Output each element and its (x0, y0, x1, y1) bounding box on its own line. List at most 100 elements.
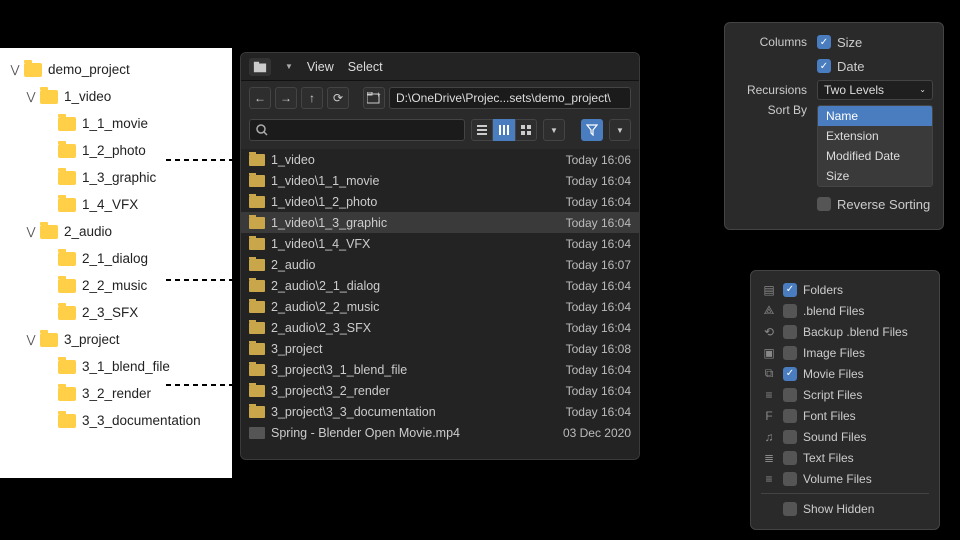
tree-folder[interactable]: ⋁2_audio (4, 218, 228, 245)
tree-folder[interactable]: 1_4_VFX (4, 191, 228, 218)
file-row[interactable]: 2_audio\2_2_musicToday 16:04 (241, 296, 639, 317)
sort-option[interactable]: Extension (818, 126, 932, 146)
filter-checkbox[interactable] (783, 451, 797, 465)
filter-label: Volume Files (803, 472, 872, 486)
folder-icon (249, 406, 265, 418)
tree-folder[interactable]: 2_3_SFX (4, 299, 228, 326)
file-name: 2_audio\2_1_dialog (271, 279, 543, 293)
refresh-button[interactable]: ⟳ (327, 87, 349, 109)
folder-icon (40, 225, 58, 239)
browser-type-icon[interactable] (249, 58, 271, 76)
file-row[interactable]: 1_video\1_1_movieToday 16:04 (241, 170, 639, 191)
filter-checkbox[interactable] (783, 430, 797, 444)
sort-option[interactable]: Name (818, 106, 932, 126)
chevron-down-icon[interactable]: ▼ (285, 62, 293, 71)
tree-label: 1_3_graphic (82, 170, 156, 185)
list-vert-button[interactable] (471, 119, 493, 141)
file-row[interactable]: 3_project\3_2_renderToday 16:04 (241, 380, 639, 401)
filter-settings-button[interactable]: ▼ (609, 119, 631, 141)
size-checkbox[interactable] (817, 35, 831, 49)
file-row[interactable]: 1_video\1_4_VFXToday 16:04 (241, 233, 639, 254)
filter-checkbox[interactable] (783, 388, 797, 402)
text-icon: ≣ (761, 451, 777, 465)
nav-row: ← → ↑ ⟳ + D:\OneDrive\Projec...sets\demo… (241, 81, 639, 115)
reverse-checkbox[interactable] (817, 197, 831, 211)
file-row[interactable]: 3_projectToday 16:08 (241, 338, 639, 359)
file-row[interactable]: 1_videoToday 16:06 (241, 149, 639, 170)
date-checkbox[interactable] (817, 59, 831, 73)
blender-icon: ⟁ (761, 303, 777, 318)
filter-checkbox[interactable] (783, 304, 797, 318)
filter-row[interactable]: ⟲Backup .blend Files (761, 321, 929, 342)
back-button[interactable]: ← (249, 87, 271, 109)
filter-row[interactable]: ⟁.blend Files (761, 300, 929, 321)
tree-folder[interactable]: ⋁3_project (4, 326, 228, 353)
filter-checkbox[interactable] (783, 325, 797, 339)
show-hidden-checkbox[interactable] (783, 502, 797, 516)
filter-checkbox[interactable] (783, 283, 797, 297)
folder-icon (249, 280, 265, 292)
filter-row[interactable]: ♫Sound Files (761, 426, 929, 447)
file-name: 3_project\3_3_documentation (271, 405, 543, 419)
filter-row[interactable]: ▤Folders (761, 279, 929, 300)
arrow-icon (166, 270, 242, 290)
filter-label: Folders (803, 283, 843, 297)
forward-button[interactable]: → (275, 87, 297, 109)
chevron-down-icon: ⌄ (919, 81, 926, 99)
file-list: 1_videoToday 16:061_video\1_1_movieToday… (241, 149, 639, 443)
tree-folder[interactable]: 3_3_documentation (4, 407, 228, 434)
file-name: 2_audio\2_3_SFX (271, 321, 543, 335)
sort-option[interactable]: Size (818, 166, 932, 186)
search-icon (256, 124, 268, 136)
display-settings-button[interactable]: ▼ (543, 119, 565, 141)
file-row[interactable]: 2_audio\2_3_SFXToday 16:04 (241, 317, 639, 338)
filter-row[interactable]: ⧉Movie Files (761, 363, 929, 384)
filter-row[interactable]: ≡Script Files (761, 384, 929, 405)
tree-label: 1_1_movie (82, 116, 148, 131)
tree-label: 3_1_blend_file (82, 359, 170, 374)
filter-row[interactable]: ≡Volume Files (761, 468, 929, 489)
thumbnail-button[interactable] (515, 119, 537, 141)
file-row[interactable]: 1_video\1_2_photoToday 16:04 (241, 191, 639, 212)
tree-label: 2_1_dialog (82, 251, 148, 266)
filter-panel: ▤Folders⟁.blend Files⟲Backup .blend File… (750, 270, 940, 530)
tree-root[interactable]: ⋁ demo_project (4, 56, 228, 83)
search-input[interactable] (249, 119, 465, 141)
recursions-select[interactable]: Two Levels ⌄ (817, 80, 933, 100)
file-name: 2_audio (271, 258, 543, 272)
folder-icon (249, 217, 265, 229)
tree-folder[interactable]: ⋁1_video (4, 83, 228, 110)
folder-icon (58, 360, 76, 374)
path-input[interactable]: D:\OneDrive\Projec...sets\demo_project\ (389, 87, 631, 109)
file-row[interactable]: Spring - Blender Open Movie.mp403 Dec 20… (241, 422, 639, 443)
file-row[interactable]: 3_project\3_1_blend_fileToday 16:04 (241, 359, 639, 380)
sort-option[interactable]: Modified Date (818, 146, 932, 166)
menu-select[interactable]: Select (348, 60, 383, 74)
file-row[interactable]: 2_audioToday 16:07 (241, 254, 639, 275)
new-folder-button[interactable]: + (363, 87, 385, 109)
list-horiz-button[interactable] (493, 119, 515, 141)
filter-checkbox[interactable] (783, 472, 797, 486)
caret-icon: ⋁ (24, 225, 38, 238)
file-row[interactable]: 1_video\1_3_graphicToday 16:04 (241, 212, 639, 233)
filter-checkbox[interactable] (783, 367, 797, 381)
filter-label: Image Files (803, 346, 865, 360)
filter-checkbox[interactable] (783, 409, 797, 423)
filter-button[interactable] (581, 119, 603, 141)
tree-label: 3_2_render (82, 386, 151, 401)
filter-checkbox[interactable] (783, 346, 797, 360)
filter-row[interactable]: FFont Files (761, 405, 929, 426)
filter-row[interactable]: ≣Text Files (761, 447, 929, 468)
file-row[interactable]: 3_project\3_3_documentationToday 16:04 (241, 401, 639, 422)
menu-view[interactable]: View (307, 60, 334, 74)
file-date: Today 16:07 (543, 258, 631, 272)
tree-label: 1_4_VFX (82, 197, 138, 212)
filter-row[interactable]: ▣Image Files (761, 342, 929, 363)
arrow-icon (166, 375, 242, 395)
file-row[interactable]: 2_audio\2_1_dialogToday 16:04 (241, 275, 639, 296)
up-button[interactable]: ↑ (301, 87, 323, 109)
file-name: 1_video\1_3_graphic (271, 216, 543, 230)
tree-folder[interactable]: 2_1_dialog (4, 245, 228, 272)
svg-text:+: + (376, 92, 381, 99)
tree-folder[interactable]: 1_1_movie (4, 110, 228, 137)
